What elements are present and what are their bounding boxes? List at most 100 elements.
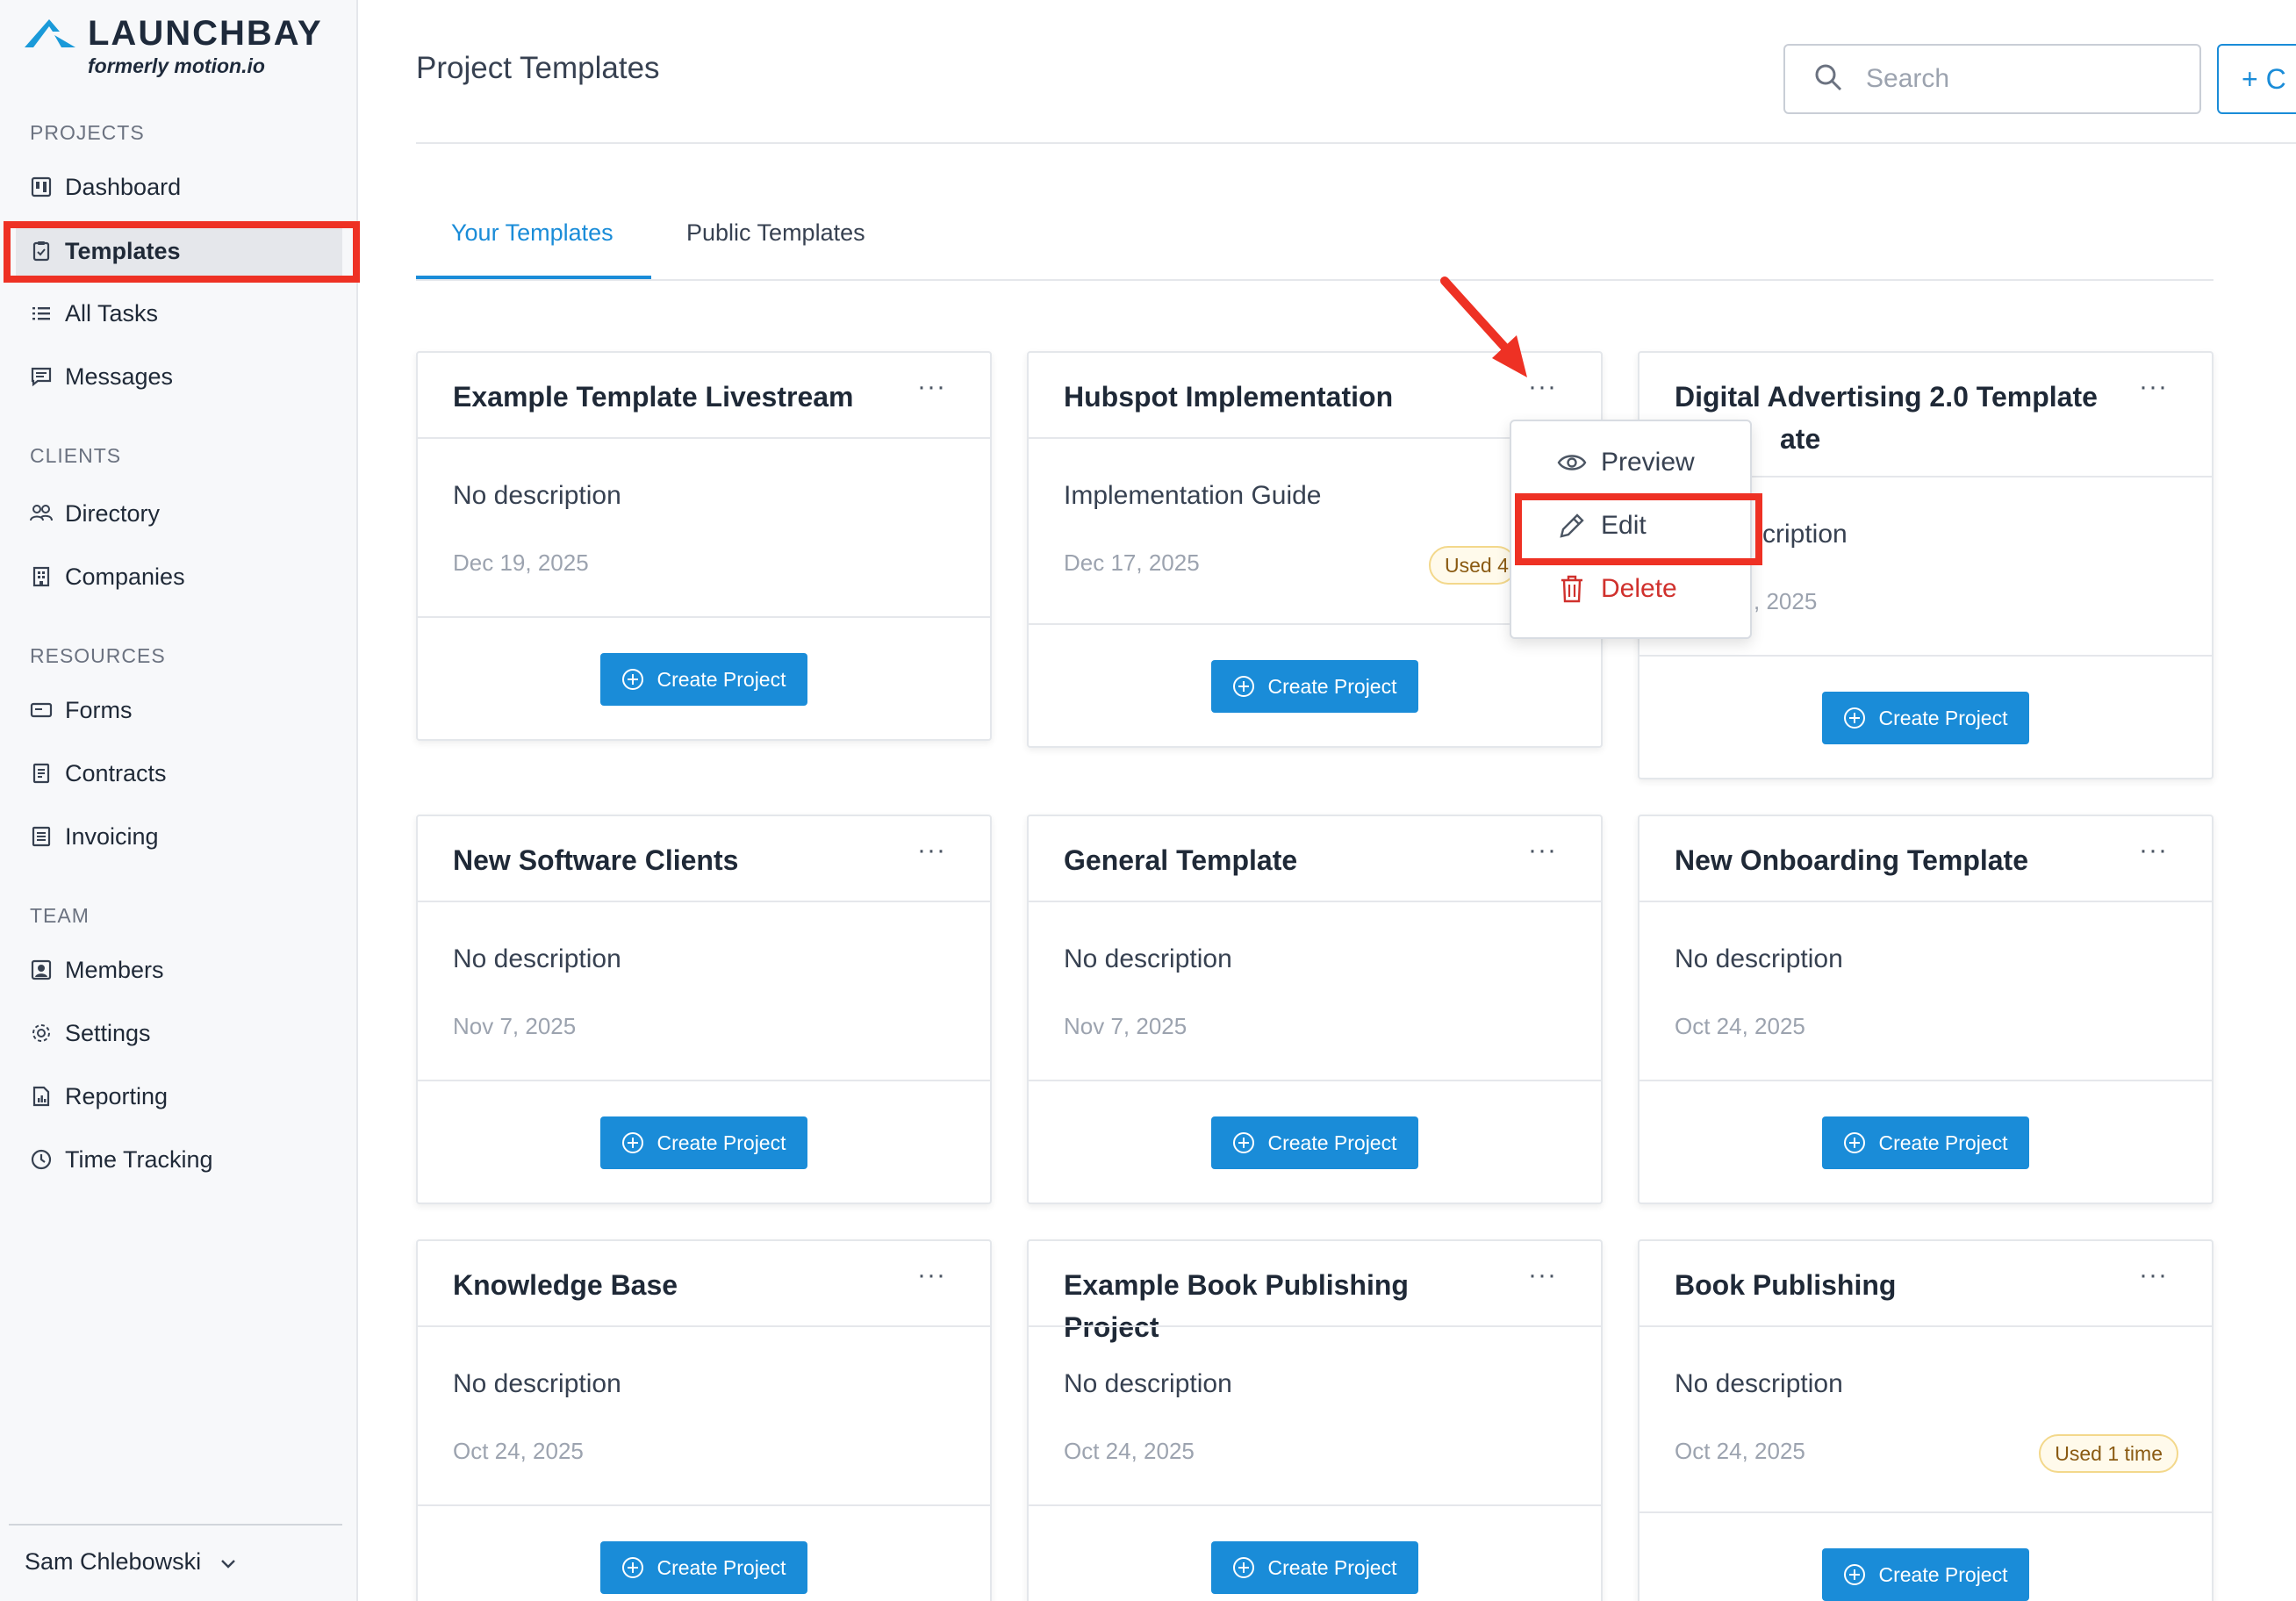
dashboard-icon — [30, 176, 53, 198]
user-name: Sam Chlebowski — [25, 1548, 202, 1575]
create-project-button[interactable]: Create Project — [1211, 1541, 1418, 1594]
create-project-button[interactable]: Create Project — [600, 1116, 807, 1169]
sidebar-item-all-tasks[interactable]: All Tasks — [16, 288, 342, 339]
card-divider — [1639, 655, 2212, 657]
card-more-menu[interactable]: ··· — [2139, 374, 2168, 400]
card-divider — [418, 437, 990, 439]
dropdown-item-label: Edit — [1601, 511, 1647, 540]
card-more-menu[interactable]: ··· — [917, 374, 946, 400]
report-icon — [30, 1085, 53, 1108]
sidebar-item-messages[interactable]: Messages — [16, 351, 342, 402]
card-divider — [1029, 901, 1601, 902]
card-more-menu[interactable]: ··· — [917, 1262, 946, 1289]
card-divider — [418, 1325, 990, 1327]
template-date: Oct 24, 2025 — [453, 1438, 584, 1464]
create-project-button[interactable]: Create Project — [600, 1541, 807, 1594]
card-more-menu[interactable]: ··· — [917, 837, 946, 864]
search-box[interactable] — [1783, 44, 2201, 114]
plus-circle-icon — [1844, 1564, 1866, 1585]
card-more-menu[interactable]: ··· — [1528, 1262, 1557, 1289]
create-project-label: Create Project — [1267, 1555, 1397, 1579]
plus-circle-icon — [622, 669, 644, 690]
template-card: Example Template Livestream ··· No descr… — [416, 351, 992, 741]
tab-public-templates[interactable]: Public Templates — [686, 219, 865, 247]
sidebar-item-directory[interactable]: Directory — [16, 488, 342, 539]
template-title[interactable]: Book Publishing — [1675, 1264, 2113, 1306]
sidebar-item-invoicing[interactable]: Invoicing — [16, 811, 342, 862]
card-divider — [418, 616, 990, 618]
template-date: Nov 7, 2025 — [1064, 1013, 1187, 1039]
sidebar-item-label: Dashboard — [65, 173, 182, 200]
card-divider — [1639, 1511, 2212, 1513]
template-title[interactable]: New Onboarding Template — [1675, 839, 2113, 881]
list-icon — [30, 302, 53, 325]
card-more-menu[interactable]: ··· — [2139, 1262, 2168, 1289]
sidebar-item-templates[interactable]: Templates — [16, 226, 342, 276]
template-description: No description — [453, 481, 621, 510]
template-date: Oct 24, 2025 — [1675, 1438, 1805, 1464]
brand-tagline: formerly motion.io — [88, 54, 265, 77]
sidebar-item-label: Directory — [65, 499, 161, 527]
tab-your-templates[interactable]: Your Templates — [451, 219, 613, 247]
template-title[interactable]: General Template — [1064, 839, 1503, 881]
template-date: , 2025 — [1754, 588, 1818, 614]
create-project-label: Create Project — [1878, 1562, 2008, 1586]
template-title[interactable]: Example Template Livestream — [453, 376, 892, 418]
template-title[interactable]: New Software Clients — [453, 839, 892, 881]
create-project-button[interactable]: Create Project — [1211, 1116, 1418, 1169]
card-divider — [1639, 1325, 2212, 1327]
template-title[interactable]: Example Book Publishing Project — [1064, 1264, 1503, 1348]
sidebar-item-label: Companies — [65, 563, 185, 590]
dropdown-item-delete[interactable]: Delete — [1557, 574, 1677, 604]
sidebar-item-time-tracking[interactable]: Time Tracking — [16, 1134, 342, 1185]
sidebar-item-reporting[interactable]: Reporting — [16, 1071, 342, 1122]
dropdown-item-edit[interactable]: Edit — [1557, 511, 1647, 541]
template-card: New Onboarding Template ··· No descripti… — [1638, 815, 2213, 1204]
create-project-button[interactable]: Create Project — [1211, 660, 1418, 713]
brand-name: LAUNCHBAY — [88, 14, 323, 53]
sidebar-item-label: Settings — [65, 1019, 151, 1046]
template-description: No description — [1064, 944, 1232, 973]
template-card: Knowledge Base ··· No description Oct 24… — [416, 1239, 992, 1601]
usage-badge: Used 4 t — [1429, 546, 1517, 585]
create-project-button[interactable]: Create Project — [1822, 1548, 2029, 1601]
create-project-label: Create Project — [657, 667, 786, 691]
gear-icon — [30, 1022, 53, 1045]
template-date: Nov 7, 2025 — [453, 1013, 577, 1039]
sidebar-item-members[interactable]: Members — [16, 944, 342, 995]
search-input[interactable] — [1866, 64, 2182, 94]
section-label-clients: CLIENTS — [30, 444, 122, 467]
card-more-menu[interactable]: ··· — [2139, 837, 2168, 864]
create-project-button[interactable]: Create Project — [600, 653, 807, 706]
card-divider — [1029, 1325, 1601, 1327]
create-project-button[interactable]: Create Project — [1822, 692, 2029, 744]
form-icon — [30, 699, 53, 722]
dropdown-item-preview[interactable]: Preview — [1557, 448, 1695, 477]
template-title-line2: ate — [1780, 423, 1821, 455]
sidebar-item-label: Messages — [65, 363, 174, 390]
card-divider — [1029, 1504, 1601, 1506]
create-project-label: Create Project — [1878, 706, 2008, 729]
create-project-button[interactable]: Create Project — [1822, 1116, 2029, 1169]
sidebar-item-contracts[interactable]: Contracts — [16, 748, 342, 799]
sidebar-item-forms[interactable]: Forms — [16, 685, 342, 736]
dropdown-item-label: Delete — [1601, 574, 1677, 603]
plus-circle-icon — [1233, 1557, 1255, 1578]
card-more-menu[interactable]: ··· — [1528, 837, 1557, 864]
user-menu[interactable]: Sam Chlebowski — [25, 1548, 236, 1576]
search-icon — [1813, 62, 1843, 97]
template-title[interactable]: Knowledge Base — [453, 1264, 892, 1306]
sidebar-item-dashboard[interactable]: Dashboard — [16, 162, 342, 212]
template-card: General Template ··· No description Nov … — [1027, 815, 1603, 1204]
sidebar-item-settings[interactable]: Settings — [16, 1008, 342, 1059]
plus-circle-icon — [1844, 707, 1866, 729]
template-title-line1: Digital Advertising 2.0 Template — [1675, 381, 2098, 413]
create-project-label: Create Project — [1267, 674, 1397, 698]
new-template-button[interactable]: + C — [2217, 44, 2296, 114]
sidebar: LAUNCHBAY formerly motion.io PROJECTS Da… — [0, 0, 358, 1601]
sidebar-item-companies[interactable]: Companies — [16, 551, 342, 602]
sidebar-item-label: Templates — [65, 237, 181, 264]
sidebar-item-label: Members — [65, 956, 164, 983]
template-card: Book Publishing ··· No description Oct 2… — [1638, 1239, 2213, 1601]
eye-icon — [1557, 448, 1587, 477]
